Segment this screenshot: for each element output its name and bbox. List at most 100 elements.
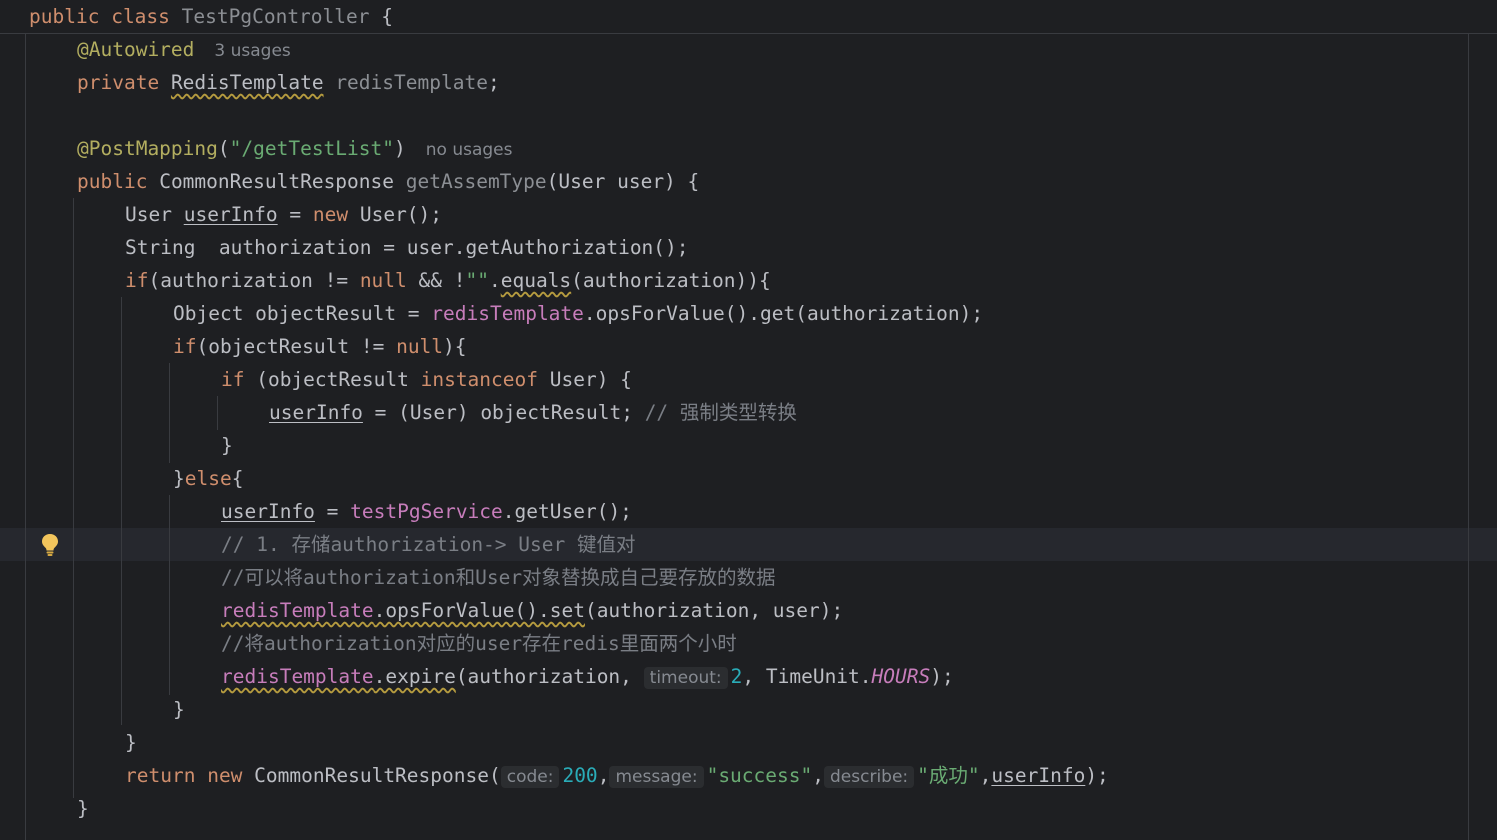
lightbulb-icon[interactable] [40, 533, 60, 557]
comment: // 强制类型转换 [644, 401, 797, 424]
number-literal: 200 [562, 764, 598, 787]
code-line-10[interactable]: if(objectResult != null){ [173, 330, 467, 363]
type-user: User [125, 203, 172, 226]
code-line-16[interactable]: // 1. 存储authorization-> User 键值对 [221, 528, 635, 561]
code-text: ); [930, 665, 954, 688]
var-user-info: userInfo [269, 401, 363, 424]
return-type: CommonResultResponse [159, 170, 395, 193]
comment: // 1. 存储authorization-> User 键值对 [221, 533, 636, 556]
code-line-17[interactable]: //可以将authorization和User对象替换成自己要存放的数据 [221, 561, 776, 594]
operator: = [277, 203, 313, 226]
code-text: (authorization, [455, 665, 644, 688]
close-brace: } [173, 698, 185, 721]
keyword-class: class [111, 5, 170, 28]
code-line-2[interactable]: private RedisTemplate redisTemplate; [77, 66, 500, 99]
keyword-if: if [221, 368, 245, 391]
dot: . [488, 269, 501, 292]
open-brace: { [231, 467, 244, 490]
field-redis-template: redisTemplate [431, 302, 584, 325]
paren: ) [394, 137, 406, 160]
method-name: getAssemType [405, 170, 547, 193]
code-line-14[interactable]: }else{ [173, 462, 243, 495]
code-text: (authorization != [148, 269, 360, 292]
annotation-autowired: @Autowired [77, 38, 195, 61]
comma: , [979, 764, 992, 787]
field-redis-template: redisTemplate [221, 665, 374, 688]
param-hint-code: code: [500, 766, 560, 788]
code-text: String authorization = user.getAuthoriza… [125, 236, 689, 259]
code-text: ); [1085, 764, 1109, 787]
code-line-20[interactable]: redisTemplate.expire(authorization, time… [221, 660, 954, 693]
keyword-if: if [173, 335, 197, 358]
indent-guide [169, 363, 170, 463]
open-brace: { [381, 5, 393, 28]
code-line-8[interactable]: if(authorization != null && !"".equals(a… [125, 264, 771, 297]
code-text: (authorization, user); [584, 599, 844, 622]
close-brace: } [221, 434, 233, 457]
annotation-post-mapping: @PostMapping [77, 137, 218, 160]
code-text: (authorization)){ [571, 269, 771, 292]
code-line-15[interactable]: userInfo = testPgService.getUser(); [221, 495, 632, 528]
string-success-cn: "成功" [917, 764, 980, 787]
code-line-19[interactable]: //将authorization对应的user存在redis里面两个小时 [221, 627, 737, 660]
param-hint-message: message: [609, 766, 704, 788]
code-line-11[interactable]: if (objectResult instanceof User) { [221, 363, 632, 396]
method-ops-for-value-set: .opsForValue().set [373, 599, 585, 622]
code-line-18[interactable]: redisTemplate.opsForValue().set(authoriz… [221, 594, 843, 627]
code-text: && ! [406, 269, 466, 292]
param-hint-describe: describe: [824, 766, 915, 788]
close-brace: } [77, 797, 89, 820]
var-user-info: userInfo [991, 764, 1086, 787]
field-redis-template: redisTemplate [221, 599, 374, 622]
right-margin-guide [1468, 33, 1469, 840]
keyword-public: public [77, 170, 148, 193]
code-text: User(); [348, 203, 443, 226]
indent-guide [73, 198, 74, 798]
type-redis-template: RedisTemplate [170, 71, 324, 94]
comment: //将authorization对应的user存在redis里面两个小时 [221, 632, 737, 655]
keyword-new: new [207, 764, 243, 787]
method-expire: .expire [373, 665, 456, 688]
code-line-1[interactable]: @Autowired 3 usages [77, 33, 291, 66]
code-editor[interactable]: public class TestPgController { @Autowir… [0, 0, 1497, 840]
keyword-private: private [77, 71, 160, 94]
code-line-21[interactable]: } [173, 693, 185, 726]
code-text: .opsForValue().get(authorization); [583, 302, 984, 325]
var-user-info: userInfo [183, 203, 278, 226]
number-literal: 2 [730, 665, 743, 688]
code-line-7[interactable]: String authorization = user.getAuthoriza… [125, 231, 689, 264]
usages-hint[interactable]: no usages [426, 140, 513, 160]
var-user-info: userInfo [221, 500, 315, 523]
field-test-pg-service: testPgService [350, 500, 503, 523]
close-brace: } [173, 467, 185, 490]
code-line-9[interactable]: Object objectResult = redisTemplate.opsF… [173, 297, 983, 330]
code-line-23[interactable]: return new CommonResultResponse(code: 200… [125, 759, 1109, 792]
keyword-return: return [125, 764, 196, 787]
code-line-class-declaration[interactable]: public class TestPgController { [29, 0, 393, 33]
code-line-24[interactable]: } [77, 792, 89, 825]
field-redis-template: redisTemplate [335, 71, 488, 94]
code-text: = (User) objectResult; [362, 401, 645, 424]
empty-string: "" [465, 269, 489, 292]
usages-hint[interactable]: 3 usages [214, 41, 290, 61]
keyword-if: if [125, 269, 149, 292]
indent-guide [217, 396, 218, 430]
class-name: TestPgController [181, 5, 370, 28]
code-line-22[interactable]: } [125, 726, 137, 759]
code-line-6[interactable]: User userInfo = new User(); [125, 198, 442, 231]
keyword-instanceof: instanceof [420, 368, 538, 391]
code-line-12[interactable]: userInfo = (User) objectResult; // 强制类型转… [269, 396, 797, 429]
string-success: "success" [706, 764, 813, 787]
keyword-null: null [396, 335, 444, 358]
keyword-new: new [312, 203, 349, 226]
close-brace: } [125, 731, 137, 754]
operator: = [314, 500, 351, 523]
code-line-5[interactable]: public CommonResultResponse getAssemType… [77, 165, 699, 198]
indent-guide [121, 297, 122, 725]
code-line-13[interactable]: } [221, 429, 233, 462]
sticky-class-header[interactable]: public class TestPgController { [0, 0, 1497, 34]
keyword-else: else [184, 467, 232, 490]
keyword-public: public [29, 5, 100, 28]
semicolon: ; [487, 71, 500, 94]
code-line-4[interactable]: @PostMapping("/getTestList") no usages [77, 132, 513, 165]
